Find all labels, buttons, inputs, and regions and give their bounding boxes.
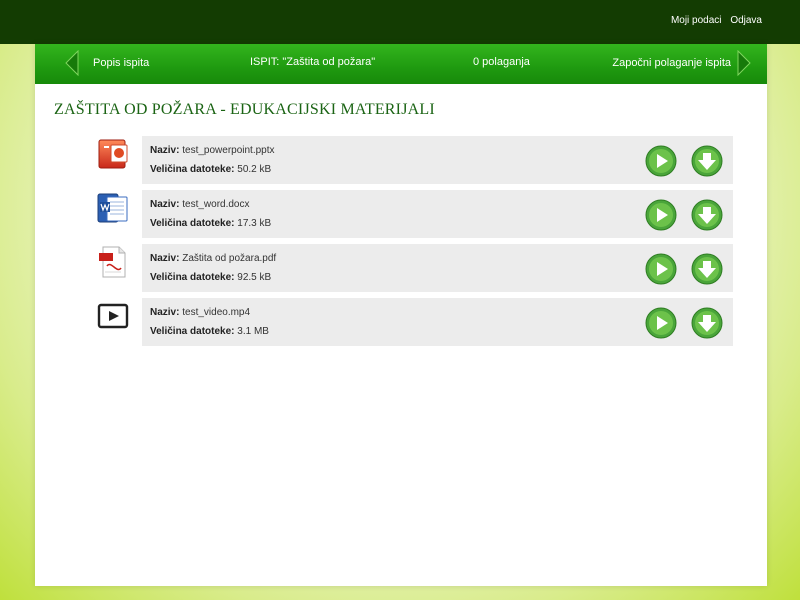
download-button[interactable]	[691, 253, 723, 285]
my-data-link[interactable]: Moji podaci	[671, 15, 722, 26]
name-label: Naziv:	[150, 199, 180, 210]
video-icon	[97, 303, 129, 329]
file-row: Naziv: Zaštita od požara.pdf Veličina da…	[95, 244, 735, 292]
play-button[interactable]	[645, 253, 677, 285]
file-name: Zaštita od požara.pdf	[182, 253, 277, 264]
powerpoint-icon	[98, 139, 128, 169]
download-button[interactable]	[691, 307, 723, 339]
download-button[interactable]	[691, 199, 723, 231]
start-exam-link[interactable]: Započni polaganje ispita	[612, 50, 751, 76]
file-name: test_video.mp4	[182, 307, 251, 318]
play-button[interactable]	[645, 145, 677, 177]
arrow-left-icon	[65, 50, 79, 76]
file-name: test_word.docx	[182, 199, 250, 210]
main-panel: Popis ispita ISPIT: "Zaštita od požara" …	[35, 44, 767, 586]
size-label: Veličina datoteke:	[150, 218, 235, 229]
top-bar: Moji podaci Odjava	[0, 0, 800, 44]
page-title: ZAŠTITA OD POŽARA - EDUKACIJSKI MATERIJA…	[54, 101, 435, 118]
play-button[interactable]	[645, 199, 677, 231]
play-button[interactable]	[645, 307, 677, 339]
name-label: Naziv:	[150, 307, 180, 318]
arrow-right-icon	[737, 50, 751, 76]
file-card: Naziv: test_word.docx Veličina datoteke:…	[142, 190, 733, 238]
start-exam-label: Započni polaganje ispita	[612, 57, 731, 69]
attempts-count: 0 polaganja	[473, 56, 530, 68]
exam-list-link[interactable]: Popis ispita	[65, 50, 149, 76]
exam-list-label: Popis ispita	[93, 57, 150, 69]
file-name: test_powerpoint.pptx	[182, 145, 275, 156]
word-icon	[97, 193, 128, 223]
download-button[interactable]	[691, 145, 723, 177]
size-label: Veličina datoteke:	[150, 272, 235, 283]
logout-link[interactable]: Odjava	[730, 15, 762, 26]
file-card: Naziv: test_video.mp4 Veličina datoteke:…	[142, 298, 733, 346]
file-card: Naziv: test_powerpoint.pptx Veličina dat…	[142, 136, 733, 184]
materials-list: Naziv: test_powerpoint.pptx Veličina dat…	[95, 136, 735, 352]
file-size: 17.3 kB	[237, 218, 272, 229]
exam-name: ISPIT: "Zaštita od požara"	[250, 56, 376, 68]
file-row: Naziv: test_powerpoint.pptx Veličina dat…	[95, 136, 735, 184]
file-size: 3.1 MB	[237, 326, 269, 337]
file-row: Naziv: test_word.docx Veličina datoteke:…	[95, 190, 735, 238]
exam-navbar: Popis ispita ISPIT: "Zaštita od požara" …	[35, 44, 767, 84]
size-label: Veličina datoteke:	[150, 164, 235, 175]
top-links: Moji podaci Odjava	[665, 15, 762, 26]
file-size: 92.5 kB	[237, 272, 272, 283]
file-card: Naziv: Zaštita od požara.pdf Veličina da…	[142, 244, 733, 292]
file-row: Naziv: test_video.mp4 Veličina datoteke:…	[95, 298, 735, 346]
pdf-icon	[99, 246, 126, 278]
name-label: Naziv:	[150, 253, 180, 264]
name-label: Naziv:	[150, 145, 180, 156]
file-size: 50.2 kB	[237, 164, 272, 175]
size-label: Veličina datoteke:	[150, 326, 235, 337]
